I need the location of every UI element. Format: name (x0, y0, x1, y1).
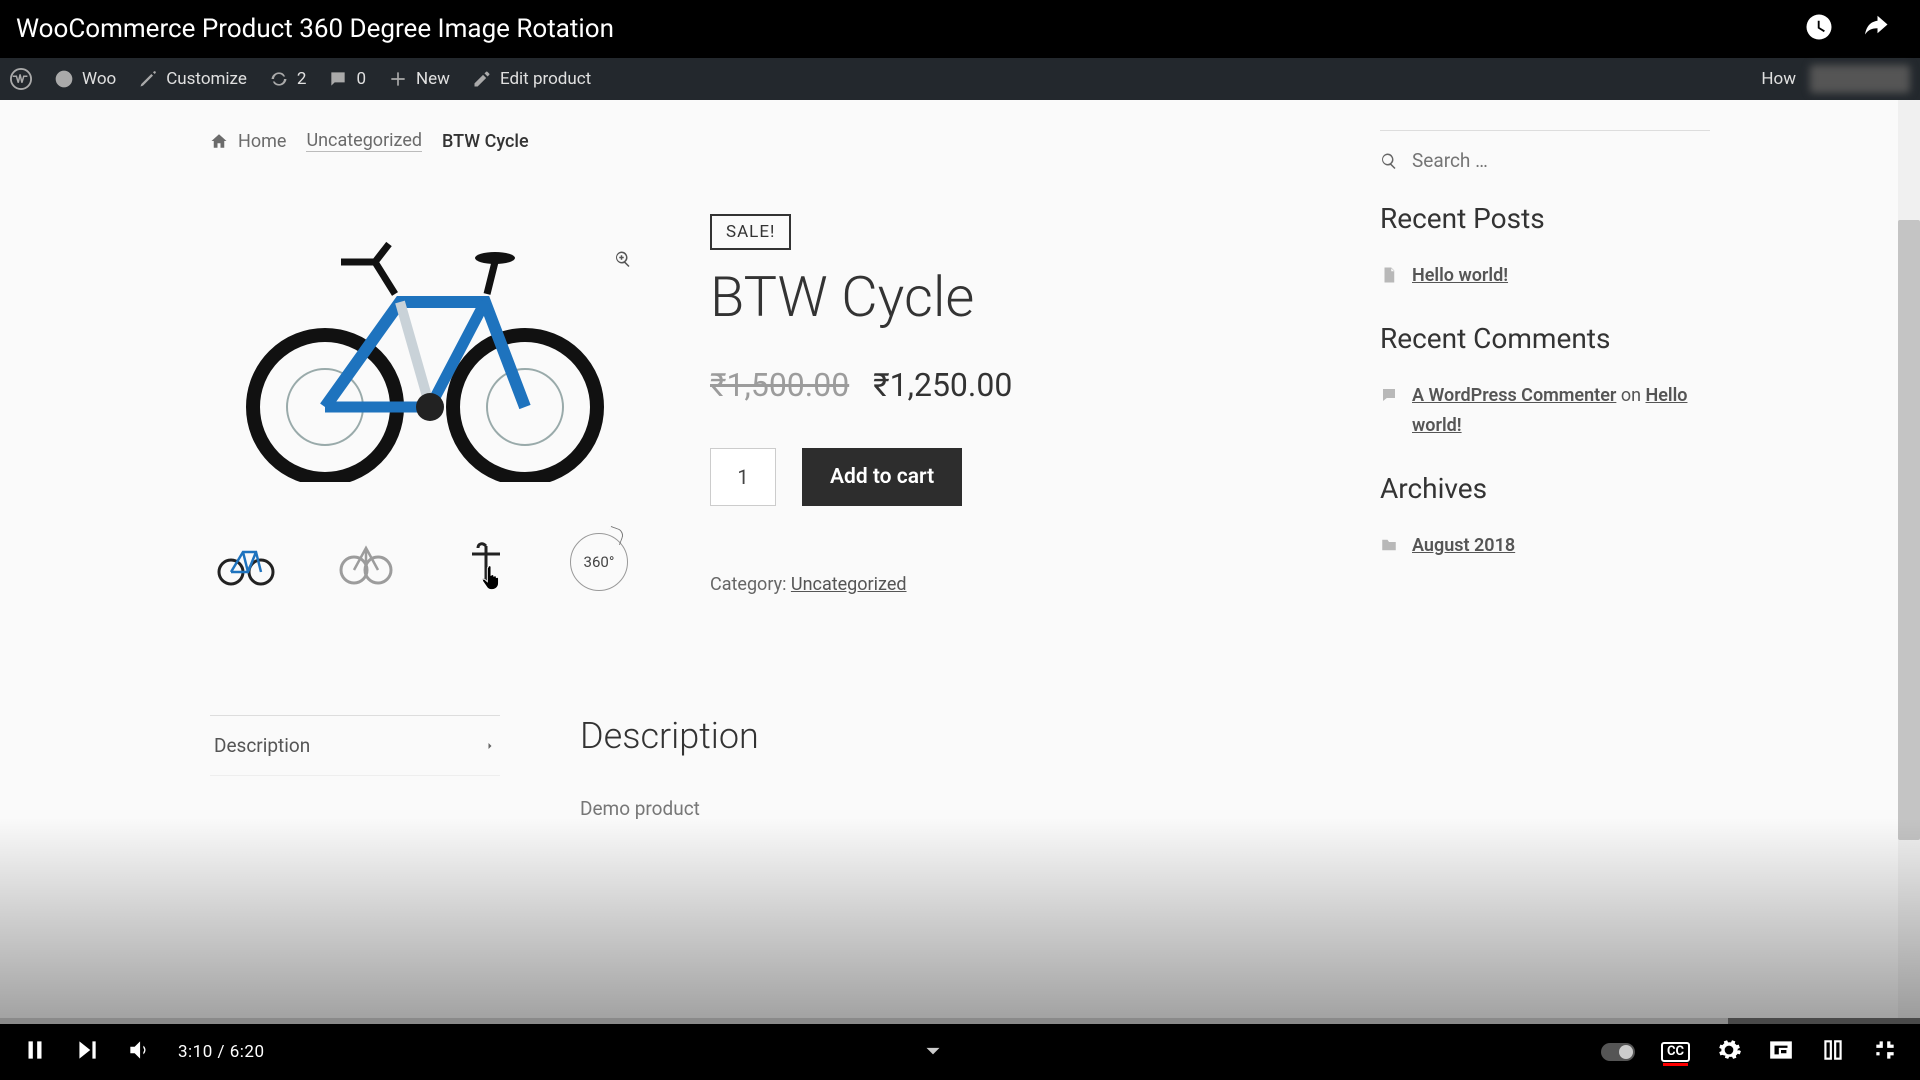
description-body: Demo product (580, 797, 759, 820)
video-frame: Woo Customize 2 0 New Edit product How (0, 58, 1920, 1018)
site-name-link[interactable]: Woo (54, 69, 116, 89)
breadcrumb-category[interactable]: Uncategorized (306, 130, 422, 152)
share-icon[interactable] (1860, 12, 1890, 46)
archives-heading: Archives (1380, 472, 1710, 505)
sale-badge: SALE! (710, 214, 791, 250)
site-name-label: Woo (82, 69, 116, 89)
miniplayer-button[interactable] (1768, 1037, 1794, 1067)
comment-on-text: on (1616, 385, 1645, 406)
page-scrollbar[interactable] (1898, 100, 1920, 1018)
recent-post-link[interactable]: Hello world! (1412, 261, 1508, 292)
volume-button[interactable] (126, 1037, 152, 1067)
chevron-right-icon (484, 734, 496, 757)
breadcrumb-current: BTW Cycle (442, 131, 529, 152)
edit-product-link[interactable]: Edit product (472, 69, 591, 89)
new-link[interactable]: New (388, 69, 450, 89)
search-input[interactable] (1412, 149, 1612, 172)
video-title: WooCommerce Product 360 Degree Image Rot… (16, 14, 614, 44)
gallery-thumb-2[interactable] (330, 532, 402, 592)
recent-comment-item: A WordPress Commenter on Hello world! (1380, 381, 1710, 442)
description-heading: Description (580, 715, 759, 757)
add-to-cart-button[interactable]: Add to cart (802, 448, 962, 506)
total-time: 6:20 (230, 1042, 265, 1062)
progress-bar[interactable] (0, 1018, 1920, 1024)
archive-link[interactable]: August 2018 (1412, 531, 1515, 562)
theater-button[interactable] (1820, 1037, 1846, 1067)
pause-button[interactable] (22, 1037, 48, 1067)
updates-count: 2 (297, 69, 307, 89)
howdy-label: How (1761, 69, 1796, 89)
folder-icon (1380, 536, 1398, 554)
tab-description-label: Description (214, 734, 310, 757)
search-icon (1380, 152, 1398, 170)
tab-description[interactable]: Description (210, 716, 500, 776)
watch-later-icon[interactable] (1804, 12, 1834, 46)
old-price: ₹1,500.00 (710, 366, 849, 404)
updates-link[interactable]: 2 (269, 69, 307, 89)
gallery-thumb-1[interactable] (210, 532, 282, 592)
comments-link[interactable]: 0 (328, 69, 366, 89)
next-button[interactable] (74, 1037, 100, 1067)
category-label: Category: (710, 574, 791, 595)
autoplay-toggle[interactable] (1601, 1043, 1635, 1061)
product-main-image[interactable] (210, 212, 640, 492)
gallery-thumb-360[interactable]: 360° (570, 533, 628, 591)
product-category: Category: Uncategorized (710, 574, 1340, 595)
customize-label: Customize (166, 69, 247, 89)
comments-count: 0 (356, 69, 366, 89)
breadcrumb: Home Uncategorized BTW Cycle (210, 130, 1340, 152)
product-price: ₹1,500.00 ₹1,250.00 (710, 366, 1340, 404)
comment-icon (1380, 386, 1398, 404)
archive-item: August 2018 (1380, 531, 1710, 562)
new-label: New (416, 69, 450, 89)
time-display: 3:10 / 6:20 (178, 1042, 265, 1062)
exit-fullscreen-button[interactable] (1872, 1037, 1898, 1067)
video-gradient-overlay (0, 818, 1920, 1018)
settings-button[interactable] (1716, 1037, 1742, 1067)
progress-loaded (0, 1018, 1728, 1024)
wp-logo-icon[interactable] (10, 68, 32, 90)
recent-posts-heading: Recent Posts (1380, 202, 1710, 235)
scrollbar-thumb[interactable] (1898, 220, 1920, 840)
commenter-link[interactable]: A WordPress Commenter (1412, 385, 1616, 406)
breadcrumb-home[interactable]: Home (210, 131, 286, 152)
quantity-input[interactable] (710, 448, 776, 506)
recent-post-item: Hello world! (1380, 261, 1710, 292)
product-title: BTW Cycle (710, 264, 1340, 330)
user-avatar-blur (1810, 65, 1910, 93)
captions-button[interactable]: CC (1661, 1042, 1690, 1062)
breadcrumb-home-label: Home (238, 131, 286, 152)
video-controls: 3:10 / 6:20 CC (0, 1018, 1920, 1080)
edit-label: Edit product (500, 69, 591, 89)
gallery-thumb-3[interactable] (450, 532, 522, 592)
zoom-icon[interactable] (606, 242, 640, 276)
howdy-user[interactable]: How (1761, 65, 1910, 93)
customize-link[interactable]: Customize (138, 69, 247, 89)
current-time: 3:10 (178, 1042, 213, 1062)
chapter-chevron-icon[interactable] (920, 1037, 946, 1067)
search-widget[interactable] (1380, 130, 1710, 172)
wp-admin-bar: Woo Customize 2 0 New Edit product How (0, 58, 1920, 100)
recent-comments-heading: Recent Comments (1380, 322, 1710, 355)
document-icon (1380, 266, 1398, 284)
category-link[interactable]: Uncategorized (791, 574, 907, 595)
current-price: ₹1,250.00 (873, 366, 1012, 404)
thumb-360-label: 360° (584, 553, 615, 571)
